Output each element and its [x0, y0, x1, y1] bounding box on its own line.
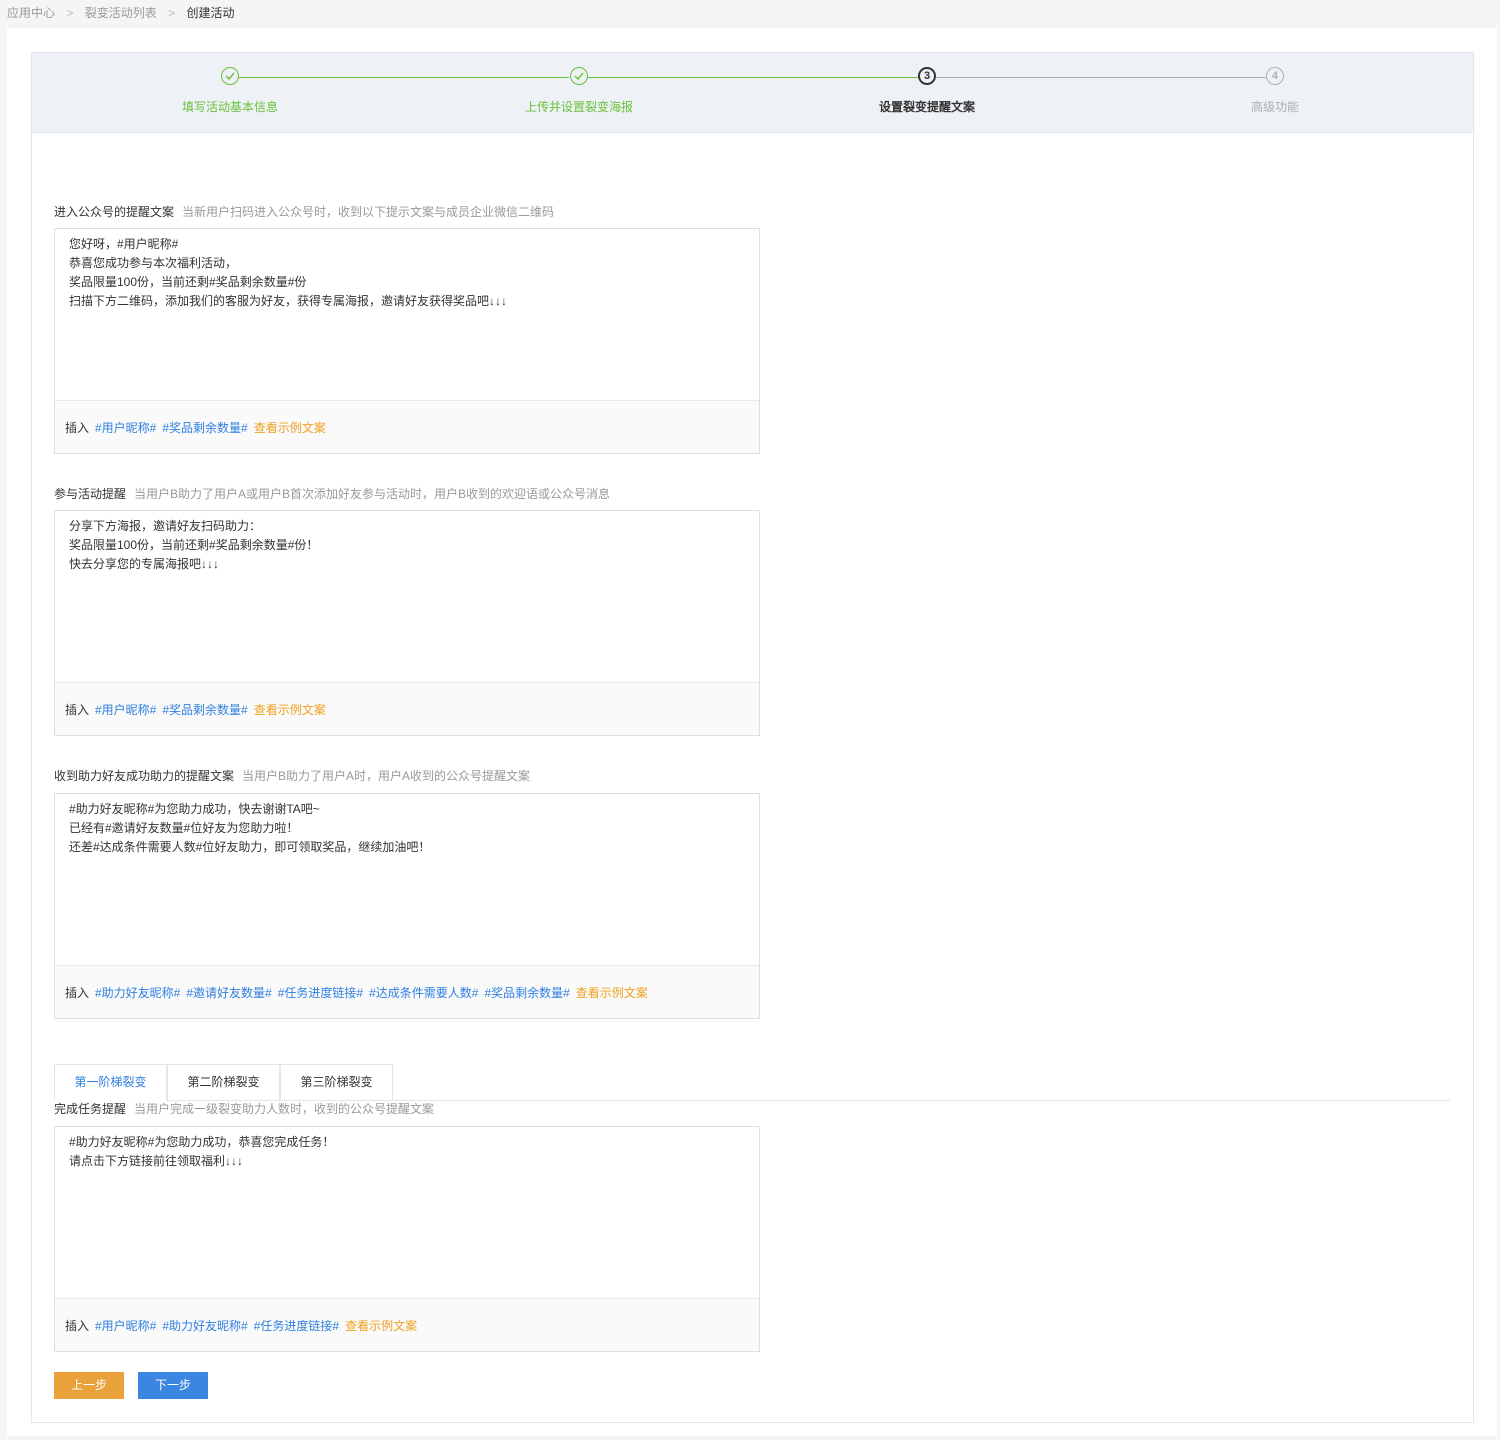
insert-toolbar: 插入 #用户昵称# #助力好友昵称# #任务进度链接# 查看示例文案 [55, 1298, 759, 1351]
insert-tag-required-count[interactable]: #达成条件需要人数# [369, 986, 478, 1000]
tab-tier-1[interactable]: 第一阶梯裂变 [54, 1064, 167, 1101]
step-3-label: 设置裂变提醒文案 [878, 100, 975, 114]
step-1-check-icon [221, 67, 239, 85]
breadcrumb-current: 创建活动 [186, 6, 235, 20]
progress-steps: 填写活动基本信息 上传并设置裂变海报 3 设置裂变提醒文案 4 高级功能 [32, 53, 1473, 133]
insert-label: 插入 [65, 1319, 90, 1333]
section-title-text: 收到助力好友成功助力的提醒文案 [54, 769, 235, 783]
insert-tag-helper-nickname[interactable]: #助力好友昵称# [162, 1319, 247, 1333]
view-sample-link[interactable]: 查看示例文案 [345, 1319, 417, 1333]
insert-tag-progress-link[interactable]: #任务进度链接# [278, 986, 363, 1000]
section-title: 完成任务提醒 当用户完成一级裂变助力人数时，收到的公众号提醒文案 [54, 1100, 434, 1117]
view-sample-link[interactable]: 查看示例文案 [254, 703, 326, 717]
view-sample-link[interactable]: 查看示例文案 [576, 986, 648, 1000]
section-title: 进入公众号的提醒文案 当新用户扫码进入公众号时，收到以下提示文案与成员企业微信二维… [54, 203, 554, 220]
step-2-label: 上传并设置裂变海报 [524, 100, 633, 114]
step-connector [588, 77, 918, 78]
breadcrumb: 应用中心 > 裂变活动列表 > 创建活动 [7, 4, 234, 20]
breadcrumb-separator: > [168, 6, 176, 20]
step-2-check-icon [570, 67, 588, 85]
section-hint: 当用户完成一级裂变助力人数时，收到的公众号提醒文案 [134, 1102, 435, 1116]
breadcrumb-separator: > [66, 6, 74, 20]
next-step-button[interactable]: 下一步 [138, 1372, 208, 1399]
message-textarea[interactable]: #助力好友昵称#为您助力成功，恭喜您完成任务！ 请点击下方链接前往领取福利↓↓↓ [69, 1133, 745, 1171]
message-textarea[interactable]: 分享下方海报，邀请好友扫码助力： 奖品限量100份，当前还剩#奖品剩余数量#份！… [69, 517, 745, 574]
step-4-number: 4 [1266, 67, 1284, 85]
section-title: 收到助力好友成功助力的提醒文案 当用户B助力了用户A时，用户A收到的公众号提醒文案 [54, 767, 530, 784]
insert-toolbar: 插入 #用户昵称# #奖品剩余数量# 查看示例文案 [55, 682, 759, 735]
view-sample-link[interactable]: 查看示例文案 [254, 421, 326, 435]
insert-toolbar: 插入 #助力好友昵称# #邀请好友数量# #任务进度链接# #达成条件需要人数# #奖品… [55, 965, 759, 1018]
insert-tag-invited-count[interactable]: #邀请好友数量# [186, 986, 271, 1000]
tab-tier-2[interactable]: 第二阶梯裂变 [167, 1064, 280, 1100]
step-4-label: 高级功能 [1250, 100, 1299, 114]
step-connector [936, 77, 1266, 78]
insert-toolbar: 插入 #用户昵称# #奖品剩余数量# 查看示例文案 [55, 400, 759, 453]
previous-step-button[interactable]: 上一步 [54, 1372, 124, 1399]
insert-tag-user-nickname[interactable]: #用户昵称# [95, 1319, 156, 1333]
section-hint: 当用户B助力了用户A或用户B首次添加好友参与活动时，用户B收到的欢迎语或公众号消… [134, 487, 611, 501]
insert-tag-user-nickname[interactable]: #用户昵称# [95, 703, 156, 717]
tab-tier-3[interactable]: 第三阶梯裂变 [280, 1064, 393, 1100]
step-connector [239, 77, 569, 78]
step-1-label: 填写活动基本信息 [181, 100, 278, 114]
section-title-text: 完成任务提醒 [54, 1102, 127, 1116]
section-title-text: 参与活动提醒 [54, 487, 127, 501]
insert-tag-helper-nickname[interactable]: #助力好友昵称# [95, 986, 180, 1000]
form-card: 填写活动基本信息 上传并设置裂变海报 3 设置裂变提醒文案 4 高级功能 进入公… [31, 52, 1474, 1423]
message-editor: #助力好友昵称#为您助力成功，恭喜您完成任务！ 请点击下方链接前往领取福利↓↓↓… [54, 1126, 760, 1352]
insert-tag-prize-remaining[interactable]: #奖品剩余数量# [484, 986, 569, 1000]
tier-tabs: 第一阶梯裂变 第二阶梯裂变 第三阶梯裂变 [54, 1064, 1450, 1101]
breadcrumb-item-activity-list[interactable]: 裂变活动列表 [85, 6, 157, 20]
insert-tag-prize-remaining[interactable]: #奖品剩余数量# [162, 421, 247, 435]
insert-label: 插入 [65, 421, 90, 435]
insert-tag-user-nickname[interactable]: #用户昵称# [95, 421, 156, 435]
section-hint: 当新用户扫码进入公众号时，收到以下提示文案与成员企业微信二维码 [182, 205, 555, 219]
message-editor: 分享下方海报，邀请好友扫码助力： 奖品限量100份，当前还剩#奖品剩余数量#份！… [54, 510, 760, 736]
content-panel: 填写活动基本信息 上传并设置裂变海报 3 设置裂变提醒文案 4 高级功能 进入公… [7, 28, 1497, 1436]
insert-tag-prize-remaining[interactable]: #奖品剩余数量# [162, 703, 247, 717]
step-3-number: 3 [918, 67, 936, 85]
insert-label: 插入 [65, 986, 90, 1000]
section-hint: 当用户B助力了用户A时，用户A收到的公众号提醒文案 [242, 769, 531, 783]
message-editor: #助力好友昵称#为您助力成功，快去谢谢TA吧~ 已经有#邀请好友数量#位好友为您… [54, 793, 760, 1019]
message-textarea[interactable]: 您好呀，#用户昵称# 恭喜您成功参与本次福利活动， 奖品限量100份，当前还剩#… [69, 235, 745, 311]
section-title: 参与活动提醒 当用户B助力了用户A或用户B首次添加好友参与活动时，用户B收到的欢迎… [54, 485, 610, 502]
message-editor: 您好呀，#用户昵称# 恭喜您成功参与本次福利活动， 奖品限量100份，当前还剩#… [54, 228, 760, 454]
insert-tag-progress-link[interactable]: #任务进度链接# [254, 1319, 339, 1333]
breadcrumb-item-app-center[interactable]: 应用中心 [7, 6, 55, 20]
insert-label: 插入 [65, 703, 90, 717]
section-title-text: 进入公众号的提醒文案 [54, 205, 175, 219]
message-textarea[interactable]: #助力好友昵称#为您助力成功，快去谢谢TA吧~ 已经有#邀请好友数量#位好友为您… [69, 800, 745, 857]
